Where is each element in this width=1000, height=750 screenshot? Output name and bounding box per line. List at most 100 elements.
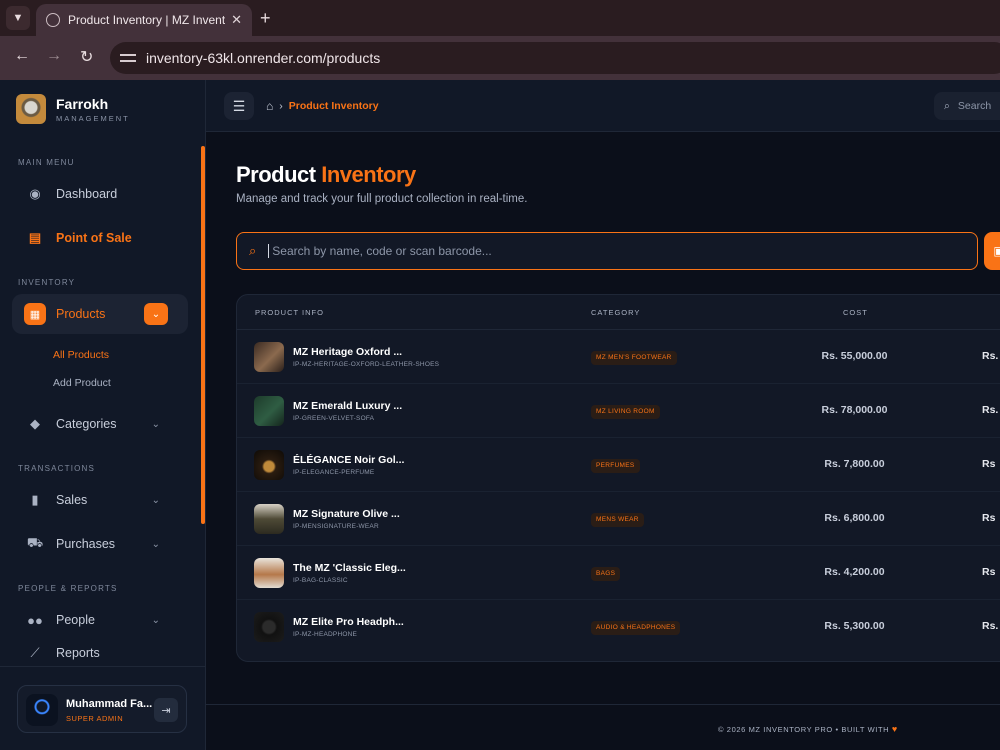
page-title: Product Inventory bbox=[236, 162, 416, 188]
page-subtitle: Manage and track your full product colle… bbox=[236, 193, 528, 205]
product-cost: Rs. 6,800.00 bbox=[824, 512, 885, 524]
chevron-down-icon: ⌄ bbox=[151, 418, 160, 430]
forward-button[interactable]: → bbox=[46, 47, 62, 65]
column-header-product[interactable]: PRODUCT INFO bbox=[255, 308, 324, 317]
product-name: MZ Signature Olive ... bbox=[293, 508, 400, 520]
sidebar-item-purchases[interactable]: ⛟ Purchases ⌄ bbox=[12, 524, 188, 564]
footer-text: © 2026 MZ INVENTORY PRO • BUILT WITH ♥ bbox=[718, 724, 898, 734]
brand[interactable]: Farrokh MANAGEMENT bbox=[16, 94, 130, 124]
products-table: PRODUCT INFO CATEGORY COST MZ Heritage O… bbox=[236, 294, 1000, 662]
product-name: ÉLÉGANCE Noir Gol... bbox=[293, 454, 405, 466]
table-row[interactable]: MZ Heritage Oxford ... IP-MZ-HERITAGE-OX… bbox=[237, 330, 1000, 384]
table-row[interactable]: MZ Signature Olive ... IP-MENSIGNATURE-W… bbox=[237, 492, 1000, 546]
sidebar-item-label: Point of Sale bbox=[56, 231, 132, 245]
sidebar-item-dashboard[interactable]: ◉ Dashboard bbox=[12, 174, 188, 214]
table-row[interactable]: MZ Emerald Luxury ... IP-GREEN-VELVET-SO… bbox=[237, 384, 1000, 438]
users-icon: ●● bbox=[27, 612, 43, 628]
product-price: Rs. bbox=[982, 404, 999, 416]
globe-icon bbox=[46, 13, 60, 27]
product-code: IP-GREEN-VELVET-SOFA bbox=[293, 415, 375, 422]
tag-icon: ◆ bbox=[30, 416, 40, 431]
back-button[interactable]: ← bbox=[14, 47, 30, 65]
menu-toggle-button[interactable]: ☰ bbox=[224, 92, 254, 120]
browser-tab[interactable]: Product Inventory | MZ Inventory ✕ bbox=[36, 4, 252, 36]
chart-line-icon: ⟋ bbox=[30, 645, 40, 660]
site-settings-icon[interactable] bbox=[120, 51, 136, 65]
logout-button[interactable]: ⇥ bbox=[154, 698, 178, 722]
browser-tab-bar: ▼ Product Inventory | MZ Inventory ✕ + bbox=[0, 0, 1000, 36]
sidebar: Farrokh MANAGEMENT MAIN MENU ◉ Dashboard… bbox=[0, 80, 206, 750]
sidebar-item-point-of-sale[interactable]: ▤ Point of Sale bbox=[12, 218, 188, 258]
footer: © 2026 MZ INVENTORY PRO • BUILT WITH ♥ bbox=[206, 704, 1000, 750]
sidebar-item-categories[interactable]: ◆ Categories ⌄ bbox=[12, 404, 188, 444]
new-tab-button[interactable]: + bbox=[260, 8, 271, 29]
column-header-category[interactable]: CATEGORY bbox=[591, 308, 640, 317]
header-search-placeholder: Search bbox=[957, 100, 992, 112]
product-thumbnail bbox=[254, 396, 284, 426]
product-code: IP-MENSIGNATURE-WEAR bbox=[293, 523, 379, 530]
product-code: IP-BAG-CLASSIC bbox=[293, 577, 348, 584]
section-label-transactions: TRANSACTIONS bbox=[18, 464, 96, 473]
sidebar-scrollbar[interactable] bbox=[201, 146, 205, 524]
product-code: IP-ELEGANCE-PERFUME bbox=[293, 469, 375, 476]
chevron-down-icon[interactable]: ⌄ bbox=[144, 303, 168, 325]
section-label-main: MAIN MENU bbox=[18, 158, 75, 167]
table-row[interactable]: ÉLÉGANCE Noir Gol... IP-ELEGANCE-PERFUME… bbox=[237, 438, 1000, 492]
brand-subtitle: MANAGEMENT bbox=[56, 113, 130, 123]
product-cost: Rs. 4,200.00 bbox=[824, 566, 885, 578]
user-name: Muhammad Fa... bbox=[66, 698, 153, 710]
product-cost: Rs. 5,300.00 bbox=[824, 620, 885, 632]
main-content: Product Inventory Manage and track your … bbox=[206, 132, 1000, 750]
product-name: The MZ 'Classic Eleg... bbox=[293, 562, 406, 574]
product-name: MZ Emerald Luxury ... bbox=[293, 400, 403, 412]
tab-search-button[interactable]: ▼ bbox=[6, 6, 30, 30]
sidebar-item-label: Dashboard bbox=[56, 187, 118, 201]
category-badge: AUDIO & HEADPHONES bbox=[591, 621, 681, 635]
address-bar: ← → ↻ inventory-63kl.onrender.com/produc… bbox=[0, 36, 1000, 80]
table-row[interactable]: The MZ 'Classic Eleg... IP-BAG-CLASSIC B… bbox=[237, 546, 1000, 600]
search-icon: ⌕ bbox=[249, 243, 257, 258]
sidebar-item-products[interactable]: ▦ Products ⌄ bbox=[12, 294, 188, 334]
product-price: Rs bbox=[982, 458, 996, 470]
table-header: PRODUCT INFO CATEGORY COST bbox=[237, 295, 1000, 330]
user-profile-card[interactable]: Muhammad Fa... SUPER ADMIN ⇥ bbox=[17, 685, 187, 733]
url-text: inventory-63kl.onrender.com/products bbox=[146, 50, 381, 66]
section-label-inventory: INVENTORY bbox=[18, 278, 76, 287]
category-badge: PERFUMES bbox=[591, 459, 640, 473]
cash-register-icon: ▤ bbox=[28, 230, 42, 245]
sidebar-item-reports[interactable]: ⟋ Reports bbox=[12, 644, 188, 664]
category-badge: MENS WEAR bbox=[591, 513, 644, 527]
product-cost: Rs. 78,000.00 bbox=[821, 404, 888, 416]
product-thumbnail bbox=[254, 504, 284, 534]
tab-title: Product Inventory | MZ Inventory bbox=[68, 13, 226, 27]
tab-close-icon[interactable]: ✕ bbox=[231, 12, 242, 28]
sidebar-item-sales[interactable]: ▮ Sales ⌄ bbox=[12, 480, 188, 520]
boxes-icon: ▦ bbox=[24, 303, 46, 325]
sidebar-item-label: Products bbox=[56, 307, 106, 321]
chevron-right-icon: › bbox=[279, 100, 283, 112]
reload-button[interactable]: ↻ bbox=[80, 47, 93, 67]
scan-barcode-button[interactable]: ▣ bbox=[984, 232, 1000, 270]
brand-name: Farrokh bbox=[56, 95, 109, 112]
column-header-cost[interactable]: COST bbox=[843, 308, 868, 317]
cart-icon: ⛟ bbox=[26, 535, 44, 550]
chevron-down-icon: ⌄ bbox=[151, 614, 160, 626]
header-search-input[interactable]: ⌕ Search bbox=[934, 92, 1000, 120]
page-title-part2: Inventory bbox=[321, 162, 416, 187]
home-icon[interactable]: ⌂ bbox=[266, 99, 273, 113]
chevron-down-icon: ⌄ bbox=[151, 494, 160, 506]
user-role: SUPER ADMIN bbox=[66, 714, 124, 723]
product-cost: Rs. 7,800.00 bbox=[824, 458, 885, 470]
product-thumbnail bbox=[254, 342, 284, 372]
sidebar-item-people[interactable]: ●● People ⌄ bbox=[12, 600, 188, 640]
table-row[interactable]: MZ Elite Pro Headph... IP-MZ-HEADPHONE A… bbox=[237, 600, 1000, 654]
sidebar-subitem-add-product[interactable]: Add Product bbox=[53, 377, 111, 389]
sidebar-subitem-all-products[interactable]: All Products bbox=[53, 349, 109, 361]
product-search-input[interactable] bbox=[268, 244, 869, 258]
section-label-people: PEOPLE & REPORTS bbox=[18, 584, 118, 593]
product-name: MZ Heritage Oxford ... bbox=[293, 346, 403, 358]
url-field[interactable]: inventory-63kl.onrender.com/products bbox=[110, 42, 1000, 74]
sidebar-item-label: Reports bbox=[56, 646, 100, 660]
sidebar-item-label: Purchases bbox=[56, 537, 116, 551]
product-search-field[interactable]: ⌕ bbox=[236, 232, 978, 270]
